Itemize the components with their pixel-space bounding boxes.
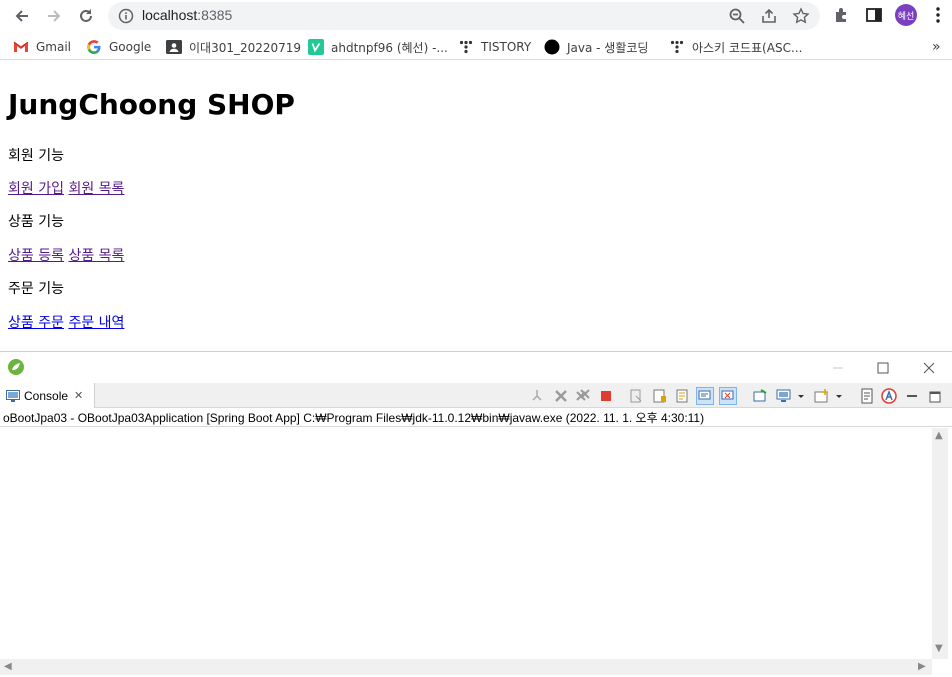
order-links: 상품 주문 주문 내역 <box>8 312 124 332</box>
url-text: localhost:8385 <box>142 7 232 23</box>
item-register-link[interactable]: 상품 등록 <box>8 248 64 264</box>
gmail-icon <box>13 39 29 55</box>
display-console-dropdown-icon[interactable] <box>796 388 806 404</box>
forward-button[interactable] <box>43 5 65 27</box>
console-output-area[interactable] <box>0 428 932 659</box>
properties-icon[interactable] <box>859 388 875 404</box>
scroll-lock-icon[interactable] <box>652 388 668 404</box>
section-heading-orders: 주문 기능 <box>8 281 64 297</box>
page-title: JungChoong SHOP <box>8 88 295 121</box>
maximize-window-button[interactable] <box>873 358 893 378</box>
bookmark-label: Gmail <box>36 40 72 54</box>
section-heading-members: 회원 기능 <box>8 148 64 164</box>
contact-card-icon <box>166 39 182 55</box>
ansi-color-icon[interactable] <box>881 388 897 404</box>
bookmark-idae301[interactable]: 이대301_20220719 <box>166 37 301 57</box>
circle-icon <box>544 39 560 55</box>
order-history-link[interactable]: 주문 내역 <box>68 315 124 331</box>
display-console-icon[interactable] <box>776 388 792 404</box>
minimize-icon <box>833 367 843 369</box>
member-links: 회원 가입 회원 목록 <box>8 178 124 198</box>
url-port: :8385 <box>197 7 233 23</box>
close-icon <box>923 362 935 374</box>
site-info-icon[interactable] <box>118 8 134 28</box>
close-window-button[interactable] <box>919 358 939 378</box>
velog-icon <box>308 39 324 55</box>
bookmarks-bar: Gmail Google 이대301_20220719 ahdtnpf96 (혜… <box>0 34 952 60</box>
spring-leaf-icon <box>7 358 25 380</box>
new-console-dropdown-icon[interactable] <box>834 388 844 404</box>
terminate-icon[interactable] <box>598 388 614 404</box>
google-icon <box>86 39 102 55</box>
share-icon[interactable] <box>760 7 778 25</box>
url-host: localhost <box>142 7 198 23</box>
back-button[interactable] <box>11 5 33 27</box>
bookmark-ascii[interactable]: 아스키 코드표(ASC... <box>669 37 802 57</box>
bookmark-label: Google <box>109 40 152 54</box>
console-icon <box>6 389 20 402</box>
remove-launch-icon[interactable] <box>553 388 569 404</box>
browser-toolbar: localhost:8385 혜선 <box>0 0 952 32</box>
tistory-icon <box>669 39 685 55</box>
window-title-bar <box>0 352 952 383</box>
item-list-link[interactable]: 상품 목록 <box>68 248 124 264</box>
kebab-menu-icon[interactable] <box>928 5 948 25</box>
bookmark-velog[interactable]: ahdtnpf96 (혜선) -... <box>308 37 448 57</box>
new-console-icon[interactable] <box>814 388 830 404</box>
reload-button[interactable] <box>75 5 97 27</box>
eclipse-console-window: Console ✕ oBootJpa03 - OBootJpa03Applica… <box>0 351 952 677</box>
tab-console-label: Console <box>24 388 69 403</box>
show-on-stderr-icon[interactable] <box>719 387 737 405</box>
scroll-right-icon[interactable]: ▶ <box>918 661 926 672</box>
tab-console[interactable]: Console ✕ <box>0 383 95 408</box>
open-console-icon[interactable] <box>752 388 768 404</box>
bookmark-label: 이대301_20220719 <box>189 40 302 55</box>
back-arrow-icon <box>15 10 28 22</box>
scroll-up-icon[interactable]: ▲ <box>935 430 943 441</box>
console-vertical-scrollbar[interactable]: ▲ ▼ <box>932 428 948 659</box>
bookmark-java[interactable]: Java - 생활코딩 <box>544 37 648 57</box>
tab-close-icon[interactable]: ✕ <box>74 389 83 402</box>
side-panel-icon[interactable] <box>864 5 884 25</box>
profile-avatar[interactable]: 혜선 <box>895 4 917 26</box>
bookmark-label: Java - 생활코딩 <box>567 40 649 55</box>
clear-console-icon[interactable] <box>628 388 644 404</box>
bookmark-label: 아스키 코드표(ASC... <box>692 40 803 55</box>
console-horizontal-scrollbar[interactable]: ◀ ▶ <box>0 659 932 675</box>
zoom-icon[interactable] <box>728 7 746 25</box>
item-order-link[interactable]: 상품 주문 <box>8 315 64 331</box>
address-bar[interactable]: localhost:8385 <box>108 2 820 30</box>
extensions-puzzle-icon[interactable] <box>832 5 852 25</box>
item-links: 상품 등록 상품 목록 <box>8 245 124 265</box>
word-wrap-icon[interactable] <box>675 388 691 404</box>
member-list-link[interactable]: 회원 목록 <box>68 181 124 197</box>
view-minimize-icon[interactable] <box>906 388 922 404</box>
reload-icon <box>80 9 92 22</box>
minimize-window-button[interactable] <box>828 358 848 378</box>
console-view-toolbar: Console ✕ <box>0 383 952 408</box>
tistory-icon <box>458 39 474 55</box>
console-launch-status: oBootJpa03 - OBootJpa03Application [Spri… <box>0 409 952 427</box>
bookmark-star-icon[interactable] <box>792 7 810 25</box>
bookmark-label: ahdtnpf96 (혜선) -... <box>331 40 448 55</box>
show-on-stdout-icon[interactable] <box>696 387 714 405</box>
bookmark-tistory[interactable]: TISTORY <box>458 37 531 57</box>
bookmark-label: TISTORY <box>481 40 532 54</box>
maximize-icon <box>877 362 889 374</box>
web-page: JungChoong SHOP 회원 기능 회원 가입 회원 목록 상품 기능 … <box>0 66 952 351</box>
view-maximize-icon[interactable] <box>929 388 945 404</box>
scroll-left-icon[interactable]: ◀ <box>4 661 12 672</box>
member-join-link[interactable]: 회원 가입 <box>8 181 64 197</box>
bookmarks-overflow-button[interactable]: » <box>932 37 941 57</box>
section-heading-items: 상품 기능 <box>8 214 64 230</box>
pin-console-icon[interactable] <box>529 388 545 404</box>
bookmark-google[interactable]: Google <box>86 37 151 57</box>
bookmark-gmail[interactable]: Gmail <box>13 37 71 57</box>
forward-arrow-icon <box>48 10 61 22</box>
scroll-down-icon[interactable]: ▼ <box>935 643 943 654</box>
remove-all-launches-icon[interactable] <box>575 388 591 404</box>
